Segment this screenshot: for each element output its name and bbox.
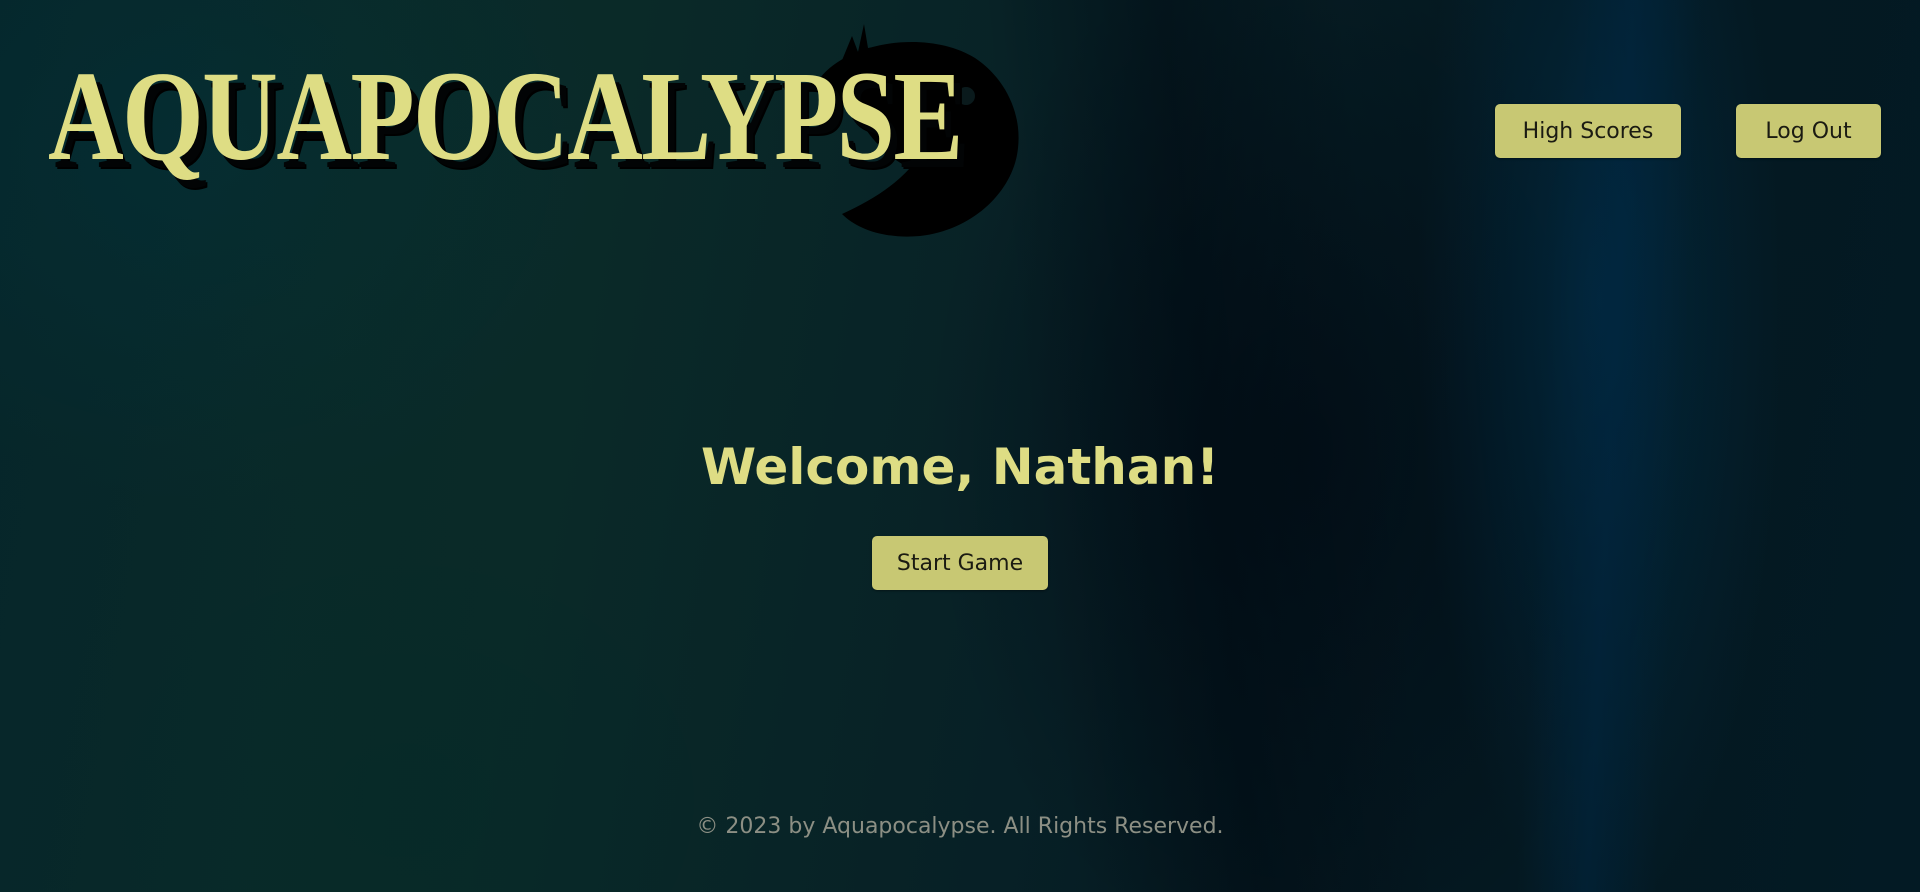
log-out-button[interactable]: Log Out	[1736, 104, 1881, 158]
site-logo: AQUAPOCALYPSE	[40, 18, 1019, 238]
logo-title: AQUAPOCALYPSE	[48, 45, 963, 187]
start-game-button[interactable]: Start Game	[872, 536, 1048, 590]
welcome-heading: Welcome, Nathan!	[700, 438, 1220, 496]
high-scores-button[interactable]: High Scores	[1495, 104, 1681, 158]
footer-copyright: © 2023 by Aquapocalypse. All Rights Rese…	[696, 814, 1224, 839]
